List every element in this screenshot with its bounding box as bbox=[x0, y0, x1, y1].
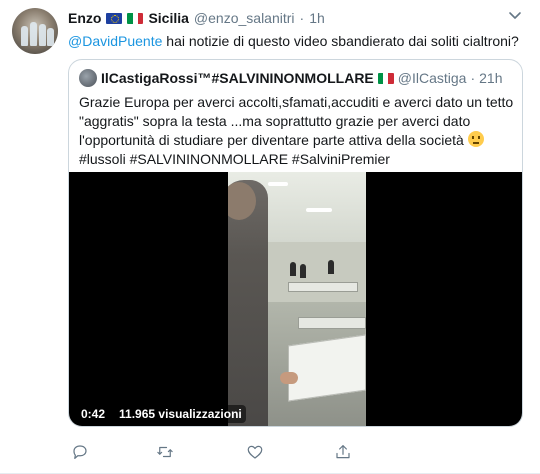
like-icon bbox=[247, 445, 263, 459]
video-info-bar: 0:42 11.965 visualizzazioni bbox=[77, 405, 246, 423]
quoted-tweet[interactable]: IlCastigaRossi™#SALVININONMOLLARE @IlCas… bbox=[68, 59, 523, 427]
separator-dot: · bbox=[299, 10, 305, 26]
quoted-text-line: "aggratis" sopra la testa ...ma soprattu… bbox=[79, 113, 471, 129]
separator-dot: · bbox=[470, 70, 476, 86]
quoted-tweet-text: Grazie Europa per averci accolti,sfamati… bbox=[79, 93, 515, 169]
hashtags[interactable]: #lussoli #SALVININONMOLLARE #SalviniPrem… bbox=[79, 150, 515, 169]
quoted-author-name: IlCastigaRossi™#SALVININONMOLLARE bbox=[101, 70, 374, 86]
author-avatar[interactable] bbox=[12, 8, 58, 54]
tweet-text: @DavidPuente hai notizie di questo video… bbox=[68, 32, 519, 50]
retweet-button[interactable] bbox=[153, 441, 177, 463]
eye-roll-emoji-icon bbox=[467, 131, 484, 147]
more-options-button[interactable] bbox=[508, 8, 528, 24]
video-duration: 0:42 bbox=[77, 405, 110, 423]
chevron-down-icon bbox=[509, 12, 521, 19]
tweet-header: Enzo Sicilia @enzo_salanitri · 1h bbox=[68, 10, 325, 26]
tweet-body: hai notizie di questo video sbandierato … bbox=[162, 33, 519, 49]
retweet-icon bbox=[157, 446, 173, 458]
italy-flag-icon bbox=[127, 12, 144, 24]
author-handle[interactable]: @enzo_salanitri bbox=[194, 10, 295, 26]
reply-button[interactable] bbox=[68, 441, 92, 463]
share-button[interactable] bbox=[331, 441, 355, 463]
mention-link[interactable]: @DavidPuente bbox=[68, 33, 162, 49]
video-views: 11.965 visualizzazioni bbox=[115, 405, 246, 423]
quoted-tweet-time: 21h bbox=[479, 70, 503, 86]
quoted-text-line: Grazie Europa per averci accolti,sfamati… bbox=[79, 94, 514, 110]
like-button[interactable] bbox=[243, 441, 267, 463]
video-player[interactable]: 0:42 11.965 visualizzazioni bbox=[69, 172, 522, 426]
italy-flag-icon bbox=[377, 72, 394, 84]
tweet[interactable]: Enzo Sicilia @enzo_salanitri · 1h @David… bbox=[0, 0, 540, 474]
share-icon bbox=[336, 445, 350, 459]
quoted-author-avatar bbox=[79, 69, 97, 87]
quoted-text-line: l'opportunità di studiare per diventare … bbox=[79, 131, 515, 150]
tweet-actions bbox=[68, 441, 468, 465]
tweet-time[interactable]: 1h bbox=[309, 10, 325, 26]
video-frame bbox=[228, 172, 366, 426]
author-name[interactable]: Enzo bbox=[68, 10, 101, 26]
author-location[interactable]: Sicilia bbox=[148, 10, 188, 26]
quoted-author-handle: @IlCastiga bbox=[397, 70, 467, 86]
quoted-tweet-header: IlCastigaRossi™#SALVININONMOLLARE @IlCas… bbox=[79, 69, 503, 87]
reply-icon bbox=[73, 445, 87, 459]
eu-flag-icon bbox=[106, 12, 123, 24]
